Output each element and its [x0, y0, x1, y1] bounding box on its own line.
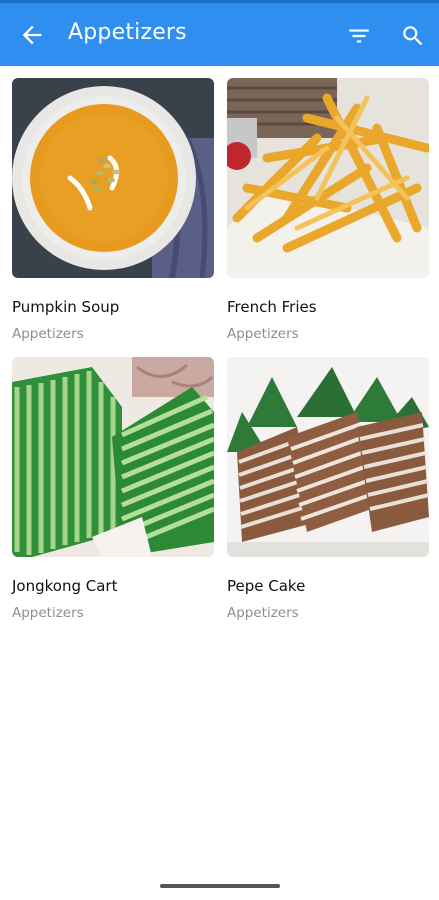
filter-icon[interactable]: [346, 23, 372, 49]
item-name: Pepe Cake: [227, 577, 306, 595]
item-card-jongkong-cart[interactable]: Jongkong Cart Appetizers: [12, 357, 214, 627]
item-name: Jongkong Cart: [12, 577, 118, 595]
item-card-pumpkin-soup[interactable]: Pumpkin Soup Appetizers: [12, 78, 214, 348]
pumpkin-soup-photo: [12, 78, 214, 278]
jongkong-cart-photo: [12, 357, 214, 557]
app-bar: Appetizers: [0, 0, 439, 66]
item-name: Pumpkin Soup: [12, 298, 120, 316]
item-card-pepe-cake[interactable]: Pepe Cake Appetizers: [227, 357, 429, 627]
item-category: Appetizers: [227, 605, 299, 621]
page-title: Appetizers: [68, 20, 187, 45]
item-name: French Fries: [227, 298, 317, 316]
item-category: Appetizers: [227, 326, 299, 342]
french-fries-photo: [227, 78, 429, 278]
search-icon[interactable]: [400, 23, 426, 49]
home-indicator[interactable]: [160, 884, 280, 888]
item-card-french-fries[interactable]: French Fries Appetizers: [227, 78, 429, 348]
item-category: Appetizers: [12, 326, 84, 342]
arrow-left-icon[interactable]: [18, 21, 46, 49]
item-category: Appetizers: [12, 605, 84, 621]
pepe-cake-photo: [227, 357, 429, 557]
